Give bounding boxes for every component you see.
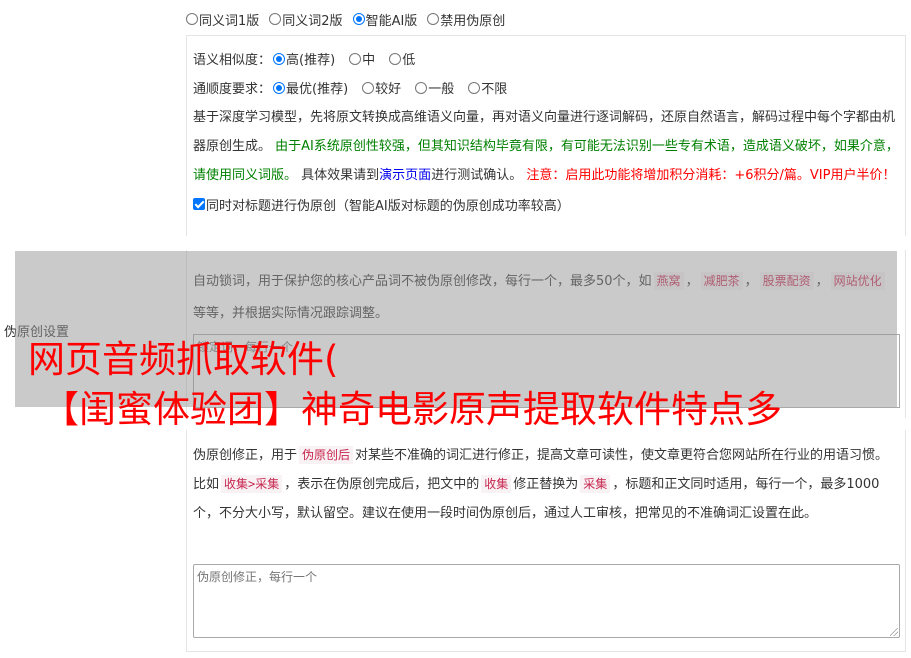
radio-fluency-best[interactable] [273, 81, 286, 94]
radio-disable[interactable] [427, 13, 440, 25]
mode-selector: 同义词1版 同义词2版 智能AI版 禁用伪原创 [186, 9, 515, 29]
ai-desc-warning: 注意：启用此功能将增加积分消耗：+6积分/篇。VIP用户半价！ [526, 168, 896, 183]
resize-grip-icon[interactable] [890, 628, 898, 636]
similarity-row: 语义相似度： 高(推荐) 中 低 [193, 44, 899, 73]
correction-description: 伪原创修正，用于 伪原创后 对某些不准确的词汇进行修正，提高文章可读性，使文章更符合… [193, 441, 899, 528]
radio-fluency-unlimited[interactable] [468, 81, 481, 94]
mode-option-ai[interactable]: 智能AI版 [352, 10, 418, 29]
option-label: 低 [402, 53, 416, 68]
radio-similarity-low[interactable] [389, 52, 402, 65]
correction-panel: 伪原创修正，用于 伪原创后 对某些不准确的词汇进行修正，提高文章可读性，使文章更符合… [186, 430, 906, 652]
radio-fluency-good[interactable] [362, 81, 375, 94]
option-label: 最优(推荐) [286, 82, 349, 97]
fix-desc-text: ，表示在伪原创完成后，把文中的 [284, 477, 480, 492]
mode-option-disable[interactable]: 禁用伪原创 [427, 10, 505, 29]
ai-description: 基于深度学习模型，先将原文转换成高维语义向量，再对语义向量进行逐词解码，还原自然… [193, 103, 899, 190]
similarity-option-medium[interactable]: 中 [349, 49, 375, 68]
option-label: 高(推荐) [286, 53, 336, 68]
fix-example-chip: 采集 [580, 475, 611, 493]
title-rewrite-option[interactable]: 同时对标题进行伪原创（智能AI版对标题的伪原创成功率较高） [193, 191, 899, 217]
title-rewrite-label: 同时对标题进行伪原创（智能AI版对标题的伪原创成功率较高） [206, 198, 570, 214]
fix-desc-text: 伪原创修正，用于 [193, 448, 298, 463]
radio-synonym-2[interactable] [269, 13, 282, 25]
similarity-label: 语义相似度： [193, 53, 272, 68]
radio-similarity-high[interactable] [273, 52, 286, 65]
fix-example-chip: 收集>采集 [221, 475, 283, 493]
ai-settings-panel: 语义相似度： 高(推荐) 中 低 通顺度要求： 最优(推荐) 较好 一般 不限 … [186, 35, 906, 236]
radio-synonym-1[interactable] [186, 13, 198, 25]
overlay-headline: 网页音频抓取软件( 【闺蜜体验团】神奇电影原声提取软件特点多 [28, 335, 908, 435]
demo-page-link[interactable]: 演示页面 [379, 168, 431, 183]
mode-label: 智能AI版 [365, 13, 418, 29]
ai-desc-part4: 进行测试确认。 [431, 168, 523, 183]
option-label: 一般 [428, 82, 455, 97]
radio-ai[interactable] [352, 13, 365, 25]
mode-label: 禁用伪原创 [440, 13, 506, 29]
mode-option-synonym-2[interactable]: 同义词2版 [269, 10, 343, 29]
radio-similarity-medium[interactable] [349, 52, 362, 65]
fluency-row: 通顺度要求： 最优(推荐) 较好 一般 不限 [193, 73, 899, 102]
option-label: 较好 [375, 82, 402, 97]
fluency-option-good[interactable]: 较好 [362, 78, 401, 97]
fix-desc-text: 修正替换为 [513, 477, 579, 492]
headline-line-1: 网页音频抓取软件( [28, 338, 339, 381]
similarity-option-high[interactable]: 高(推荐) [273, 49, 335, 68]
headline-line-2: 【闺蜜体验团】神奇电影原声提取软件特点多 [42, 388, 782, 431]
similarity-option-low[interactable]: 低 [389, 49, 415, 68]
fix-example-chip: 收集 [481, 475, 512, 493]
correction-input[interactable]: 伪原创修正，每行一个 [193, 564, 900, 638]
fluency-option-normal[interactable]: 一般 [415, 78, 454, 97]
fix-example-chip: 伪原创后 [299, 446, 354, 464]
mode-option-synonym-1[interactable]: 同义词1版 [186, 10, 259, 29]
option-label: 中 [362, 53, 376, 68]
fluency-label: 通顺度要求： [193, 82, 272, 97]
ai-desc-part3: 具体效果请到 [301, 168, 380, 183]
mode-label: 同义词1版 [199, 13, 260, 29]
fluency-option-best[interactable]: 最优(推荐) [273, 78, 348, 97]
option-label: 不限 [481, 82, 508, 97]
radio-fluency-normal[interactable] [415, 81, 428, 94]
title-rewrite-checkbox[interactable] [193, 198, 205, 210]
fluency-option-unlimited[interactable]: 不限 [468, 78, 507, 97]
correction-placeholder: 伪原创修正，每行一个 [197, 570, 318, 584]
mode-label: 同义词2版 [282, 13, 343, 29]
